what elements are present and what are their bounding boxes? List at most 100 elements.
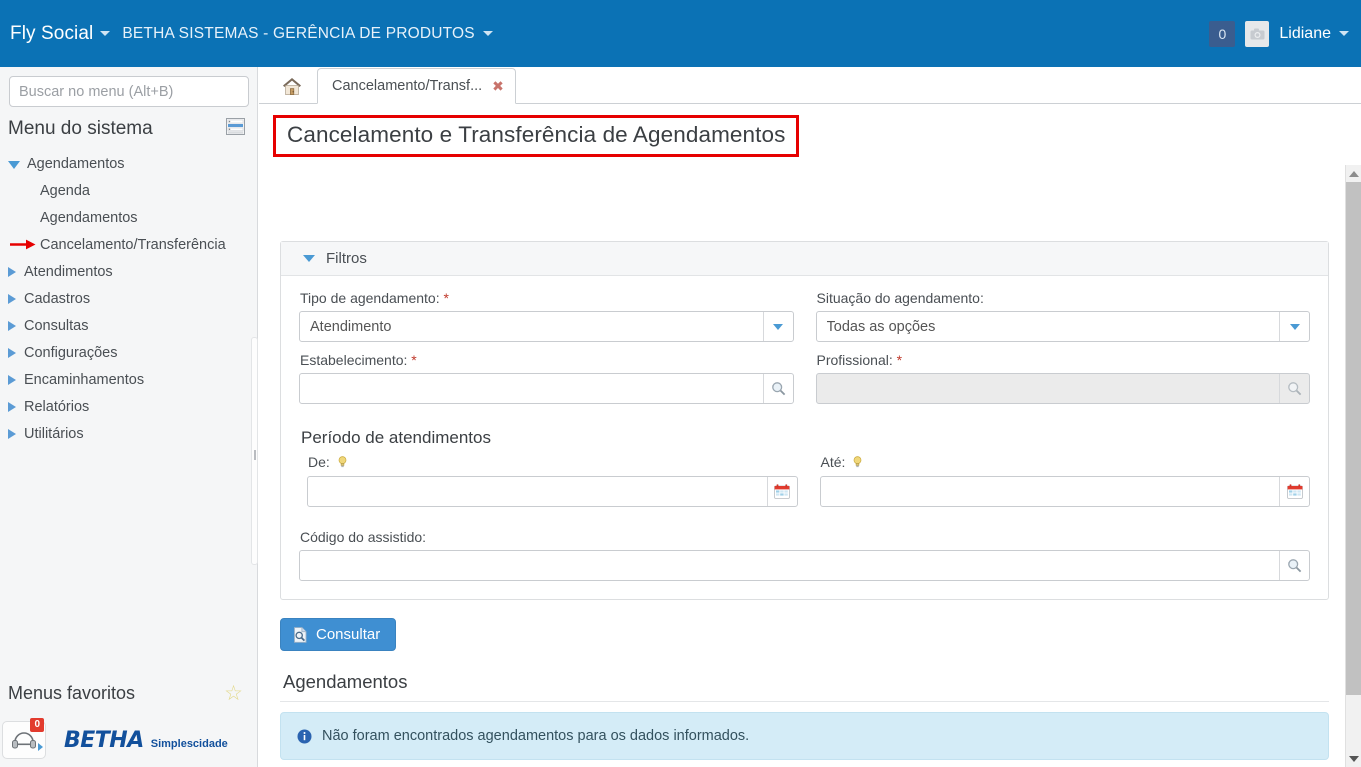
- filters-row-periodo: De: Até:: [299, 454, 1310, 517]
- profissional-input[interactable]: [816, 374, 1279, 403]
- search-document-icon: [294, 626, 307, 643]
- required-marker: *: [896, 352, 903, 368]
- sidebar-item-configuracoes[interactable]: Configurações: [0, 339, 257, 366]
- tab-cancelamento-transferencia[interactable]: Cancelamento/Transf... ✖: [317, 68, 516, 104]
- consultar-button[interactable]: Consultar: [280, 618, 397, 651]
- field-de: De:: [307, 454, 798, 507]
- situacao-agendamento-select[interactable]: [815, 311, 1310, 342]
- system-selector[interactable]: BETHA SISTEMAS - GERÊNCIA DE PRODUTOS: [122, 25, 493, 43]
- results-divider: [280, 701, 1329, 702]
- sidebar-item-cancelamento-transferencia[interactable]: Cancelamento/Transferência: [0, 231, 257, 258]
- field-label-text: Tipo de agendamento:: [300, 290, 440, 306]
- sidebar-item-utilitarios[interactable]: Utilitários: [0, 420, 257, 447]
- magnifier-icon[interactable]: [762, 374, 793, 403]
- sidebar-item-label: Configurações: [24, 344, 118, 361]
- search-input[interactable]: [9, 76, 249, 107]
- home-tab[interactable]: [273, 68, 311, 103]
- scroll-up-button[interactable]: [1346, 165, 1361, 182]
- field-label: Tipo de agendamento: *: [299, 290, 794, 306]
- sidebar-search-wrap: [0, 67, 257, 111]
- profissional-field[interactable]: [815, 373, 1310, 404]
- sidebar-item-encaminhamentos[interactable]: Encaminhamentos: [0, 366, 257, 393]
- sidebar-item-relatorios[interactable]: Relatórios: [0, 393, 257, 420]
- support-badge: 0: [30, 718, 44, 732]
- sidebar-item-agendamentos[interactable]: Agendamentos: [0, 150, 257, 177]
- sidebar-resize-handle[interactable]: [251, 337, 258, 565]
- info-icon: [297, 729, 312, 743]
- betha-tagline: Simplescidade: [150, 737, 228, 750]
- page-title: Cancelamento e Transferência de Agendame…: [287, 122, 786, 147]
- tipo-agendamento-value[interactable]: [300, 312, 763, 341]
- triangle-down-icon: [1349, 755, 1359, 762]
- brand-menu[interactable]: Fly Social: [10, 23, 111, 45]
- codigo-assistido-field[interactable]: [299, 550, 1310, 581]
- triangle-right-icon: [8, 347, 16, 358]
- sidebar-item-label: Consultas: [24, 317, 89, 334]
- betha-logo: BETHA Simplescidade: [64, 728, 228, 753]
- de-date-input[interactable]: [308, 477, 767, 506]
- codigo-assistido-input[interactable]: [300, 551, 1279, 580]
- filters-row-1: Tipo de agendamento: * Atendimento Estab…: [299, 290, 1310, 414]
- calendar-icon[interactable]: [766, 477, 797, 506]
- situacao-agendamento-value[interactable]: [816, 312, 1279, 341]
- filters-panel-title: Filtros: [326, 250, 367, 267]
- menu-header: Menu do sistema: [0, 111, 257, 147]
- red-arrow-right-icon: [10, 239, 36, 250]
- calendar-icon[interactable]: [1279, 477, 1309, 506]
- lightbulb-icon[interactable]: [853, 455, 862, 471]
- sidebar-item-agendamentos-sub[interactable]: Agendamentos: [0, 204, 257, 231]
- field-label: Estabelecimento: *: [299, 352, 794, 368]
- ate-date-field[interactable]: [819, 476, 1310, 507]
- camera-icon: [1250, 28, 1265, 39]
- triangle-down-icon: [303, 255, 315, 262]
- support-widget[interactable]: 0: [2, 718, 46, 759]
- user-menu[interactable]: Lidiane: [1279, 25, 1349, 43]
- triangle-down-icon: [8, 160, 20, 169]
- sidebar-item-atendimentos[interactable]: Atendimentos: [0, 258, 257, 285]
- sidebar-item-label: Atendimentos: [24, 263, 113, 280]
- tipo-agendamento-select[interactable]: [299, 311, 794, 342]
- lightbulb-icon[interactable]: [338, 455, 347, 471]
- headset-icon: [12, 731, 36, 748]
- scroll-down-button[interactable]: [1346, 750, 1361, 767]
- consultar-label: Consultar: [316, 626, 381, 643]
- estabelecimento-field[interactable]: [299, 373, 794, 404]
- notification-badge[interactable]: 0: [1209, 20, 1236, 47]
- menu-title: Menu do sistema: [8, 118, 153, 139]
- top-bar-right: 0 Lidiane: [1209, 20, 1349, 47]
- triangle-right-icon: [8, 320, 16, 331]
- sidebar-item-label: Agendamentos: [40, 209, 138, 226]
- ate-date-input[interactable]: [820, 477, 1279, 506]
- chevron-down-icon[interactable]: [762, 312, 793, 341]
- star-icon[interactable]: ☆: [224, 681, 243, 706]
- chevron-down-icon: [1339, 31, 1349, 36]
- periodo-de-column: De:: [307, 454, 798, 517]
- magnifier-icon[interactable]: [1279, 551, 1309, 580]
- sidebar: Menu do sistema Agendamentos Age: [0, 67, 258, 767]
- field-profissional: Profissional: *: [815, 352, 1310, 404]
- avatar[interactable]: [1245, 20, 1270, 47]
- chevron-down-icon: [482, 31, 493, 36]
- close-icon[interactable]: ✖: [492, 78, 504, 95]
- scrollbar-thumb[interactable]: [1346, 182, 1361, 695]
- list-view-icon[interactable]: [226, 118, 245, 140]
- filters-panel-body: Tipo de agendamento: * Atendimento Estab…: [281, 276, 1328, 599]
- content-area: Cancelamento/Transf... ✖ Cancelamento e …: [259, 67, 1361, 767]
- field-label-text: De:: [308, 454, 330, 470]
- sidebar-item-label: Cancelamento/Transferência: [40, 236, 226, 253]
- sidebar-item-agenda[interactable]: Agenda: [0, 177, 257, 204]
- required-marker: *: [411, 352, 417, 368]
- magnifier-icon[interactable]: [1279, 374, 1309, 403]
- sidebar-item-cadastros[interactable]: Cadastros: [0, 285, 257, 312]
- filters-left-column: Tipo de agendamento: * Atendimento Estab…: [299, 290, 794, 414]
- filters-panel-header[interactable]: Filtros: [281, 242, 1328, 276]
- triangle-right-icon: [8, 266, 16, 277]
- de-date-field[interactable]: [307, 476, 798, 507]
- periodo-ate-column: Até:: [819, 454, 1310, 517]
- page-scrollbar[interactable]: [1345, 165, 1361, 767]
- chevron-down-icon[interactable]: [1279, 312, 1309, 341]
- filters-right-column: Situação do agendamento: Todas as opções…: [815, 290, 1310, 414]
- triangle-right-icon: [8, 428, 16, 439]
- estabelecimento-input[interactable]: [300, 374, 763, 403]
- sidebar-item-consultas[interactable]: Consultas: [0, 312, 257, 339]
